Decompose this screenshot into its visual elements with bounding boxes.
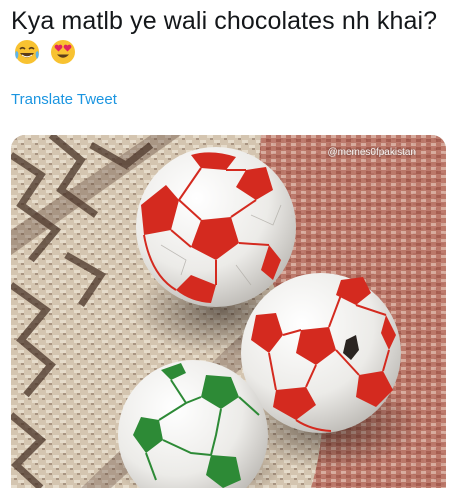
tweet-media-image[interactable]: @memes0fpakistan [11, 135, 446, 488]
translate-tweet-link[interactable]: Translate Tweet [11, 91, 117, 108]
face-with-tears-of-joy-icon [15, 40, 39, 64]
tweet-text: Kya matlb ye wali chocolates nh khai? [11, 7, 438, 35]
red-chocolate-ball-right [241, 273, 401, 433]
watermark-text: @memes0fpakistan [327, 147, 416, 158]
chocolate-balls-photo [11, 135, 446, 488]
tweet-text-container: Kya matlb ye wali chocolates nh khai? [11, 6, 441, 68]
heart-eyes-icon [51, 40, 76, 64]
red-chocolate-ball-top [136, 147, 296, 307]
